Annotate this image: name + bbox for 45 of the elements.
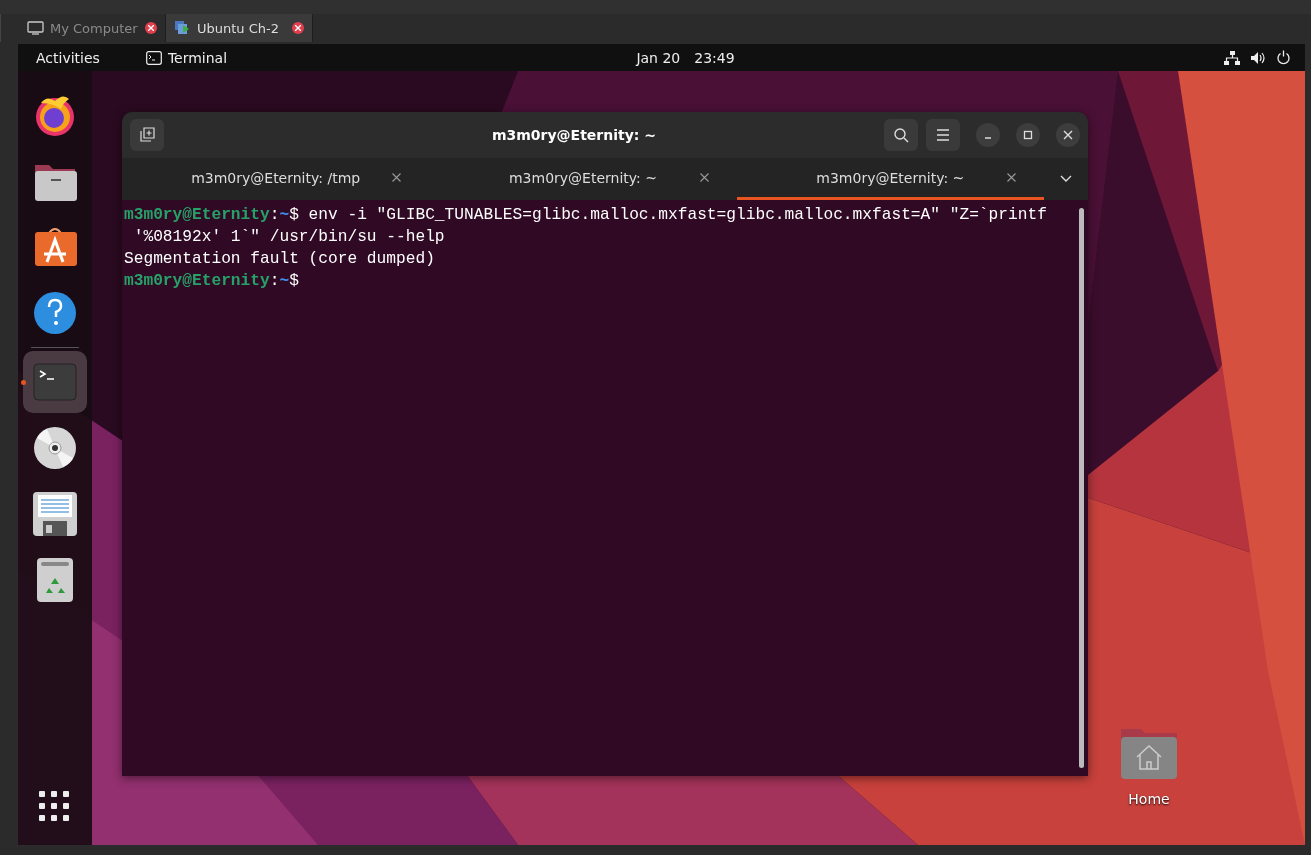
maximize-icon [1023, 130, 1033, 140]
disc-icon[interactable] [33, 426, 77, 470]
window-title: m3m0ry@Eternity: ~ [490, 127, 658, 143]
menu-icon [936, 129, 950, 141]
activities-button[interactable]: Activities [36, 49, 100, 66]
home-folder-icon[interactable] [1121, 727, 1177, 779]
close-icon[interactable] [292, 22, 304, 34]
terminal-tab[interactable]: m3m0ry@Eternity: ~ [429, 158, 737, 200]
power-icon[interactable] [1276, 50, 1291, 65]
host-tab[interactable]: Ubuntu Ch-2 [166, 14, 313, 42]
shopping-bag-icon[interactable] [33, 225, 77, 269]
app-grid-icon[interactable] [39, 791, 71, 823]
terminal-line: m3m0ry@Eternity:~$ env -i "GLIBC_TUNABLES=glibc.malloc.mxfast=glibc.malloc.mxfast=A" "Z=`printf [124, 205, 1047, 226]
search-button[interactable] [884, 119, 918, 151]
network-icon[interactable] [1224, 50, 1240, 65]
terminal-icon [145, 50, 162, 65]
scrollbar[interactable] [1079, 208, 1084, 768]
minimize-button[interactable] [976, 123, 1000, 147]
close-icon[interactable] [145, 22, 157, 34]
new-tab-icon [139, 127, 155, 143]
virtual-machine-icon [174, 20, 191, 36]
volume-icon[interactable] [1250, 50, 1266, 65]
terminal-line: '%08192x' 1`" /usr/bin/su --help [132, 227, 445, 248]
close-icon [1063, 130, 1073, 140]
terminal-line: Segmentation fault (core dumped) [124, 249, 435, 270]
terminal-tab[interactable]: m3m0ry@Eternity: /tmp [122, 158, 430, 200]
maximize-button[interactable] [1016, 123, 1040, 147]
terminal-icon[interactable] [33, 363, 77, 401]
terminal-tab[interactable]: m3m0ry@Eternity: ~ [736, 158, 1044, 200]
chevron-down-icon[interactable] [1060, 175, 1072, 183]
minimize-icon [984, 137, 992, 139]
close-tab-icon[interactable] [699, 173, 709, 182]
new-tab-button[interactable] [130, 119, 164, 151]
clock[interactable]: Jan 20 23:49 [636, 49, 735, 66]
desktop-icon-label[interactable]: Home [1128, 791, 1170, 807]
close-tab-icon[interactable] [392, 173, 402, 182]
search-icon [893, 127, 909, 143]
help-icon[interactable] [33, 291, 77, 335]
close-button[interactable] [1056, 123, 1080, 147]
app-menu[interactable]: Terminal [167, 49, 228, 66]
close-tab-icon[interactable] [1007, 173, 1016, 182]
monitor-icon [27, 21, 44, 35]
menu-button[interactable] [926, 119, 960, 151]
terminal-line: m3m0ry@Eternity:~$ [124, 271, 299, 292]
browser-icon[interactable] [33, 93, 77, 137]
